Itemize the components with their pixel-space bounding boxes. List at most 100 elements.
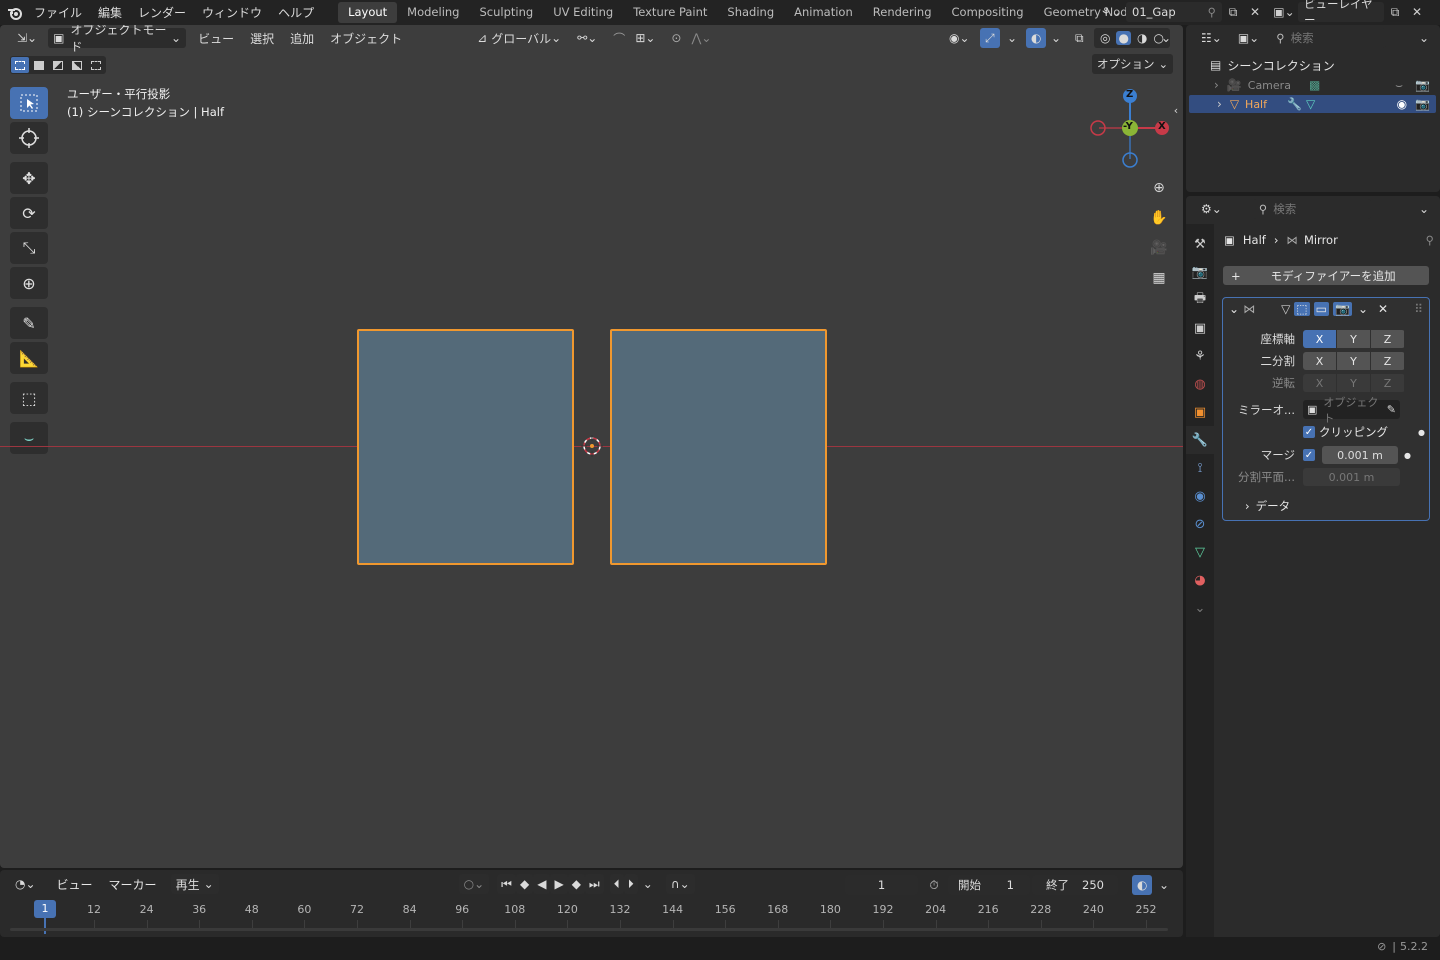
collapse-sidebar-icon[interactable]: ‹ [1170, 99, 1182, 121]
bisect-distance-field[interactable]: 0.001 m [1303, 468, 1400, 486]
physics-tab-icon[interactable]: ◉ [1186, 482, 1214, 510]
menu-view[interactable]: ビュー [190, 30, 242, 47]
modifier-options-icon[interactable]: ⌄ [1358, 302, 1368, 316]
zoom-icon[interactable]: ⊕ [1148, 177, 1170, 199]
tab-uv-editing[interactable]: UV Editing [543, 2, 623, 23]
menu-help[interactable]: ヘルプ [270, 4, 322, 21]
pan-hand-icon[interactable]: ✋ [1148, 207, 1170, 229]
merge-checkbox[interactable]: ✓ [1303, 449, 1315, 461]
wireframe-shading-icon[interactable]: ◎ [1100, 31, 1110, 45]
perspective-grid-icon[interactable]: ▦ [1148, 267, 1170, 289]
tab-rendering[interactable]: Rendering [863, 2, 942, 23]
render-tab-icon[interactable]: 📷 [1186, 258, 1214, 286]
gizmo-dropdown-icon[interactable]: ⌄ [1002, 28, 1022, 48]
more-tabs-icon[interactable]: ⌄ [1186, 594, 1214, 622]
collapse-chevron-icon[interactable]: ⌄ [1229, 302, 1239, 316]
tl-menu-view[interactable]: ビュー [49, 876, 101, 893]
tab-shading[interactable]: Shading [717, 2, 784, 23]
cursor-tool-icon[interactable] [10, 122, 48, 154]
transform-orientation-selector[interactable]: ⊿ グローバル ⌄ [472, 28, 566, 48]
view-layer-tab-icon[interactable]: ▣ [1186, 314, 1214, 342]
delete-scene-icon[interactable]: ✕ [1244, 2, 1266, 22]
shading-dropdown-icon[interactable]: ⌄ [1156, 28, 1176, 48]
clipping-checkbox[interactable]: ✓ [1303, 426, 1315, 438]
visible-eye-icon[interactable]: ◉ [1397, 97, 1407, 111]
falloff-icon[interactable]: ⋀⌄ [686, 28, 716, 48]
camera-view-icon[interactable]: 🎥 [1148, 237, 1170, 259]
render-camera-icon[interactable]: 📷 [1415, 78, 1430, 92]
annotate-tool-icon[interactable]: ✎ [10, 307, 48, 339]
view-layer-field[interactable]: ビューレイヤー [1298, 0, 1384, 27]
outliner-row-scene-collection[interactable]: ▤ シーンコレクション [1186, 55, 1440, 75]
menu-file[interactable]: ファイル [26, 4, 90, 21]
axis-y-button[interactable]: Y [1337, 330, 1370, 348]
tl-menu-marker[interactable]: マーカー [101, 876, 165, 893]
menu-edit[interactable]: 編集 [90, 4, 130, 21]
new-scene-icon[interactable]: ⧉ [1222, 2, 1244, 22]
flip-x-button[interactable]: X [1303, 374, 1336, 392]
axis-z-button[interactable]: Z [1371, 330, 1404, 348]
tab-animation[interactable]: Animation [784, 2, 863, 23]
frame-step-dropdown-icon[interactable]: ⌄ [638, 874, 658, 894]
current-frame-field[interactable]: 1 [845, 875, 918, 895]
properties-editor-type-icon[interactable]: ⚙⌄ [1196, 199, 1227, 219]
xray-toggle-icon[interactable]: ⧉ [1070, 28, 1089, 48]
menu-select[interactable]: 選択 [242, 30, 282, 47]
merge-distance-field[interactable]: 0.001 m [1322, 446, 1398, 464]
menu-render[interactable]: レンダー [130, 4, 194, 21]
tool-tab-icon[interactable]: ⚒ [1186, 230, 1214, 258]
keyframe-dot-icon[interactable]: ● [1404, 451, 1411, 460]
mesh-plane-left[interactable] [357, 329, 574, 565]
mirror-object-field[interactable]: ▣ オブジェクト ✎ [1303, 396, 1400, 425]
select-new-icon[interactable] [11, 57, 29, 73]
particles-tab-icon[interactable]: ⟟ [1186, 454, 1214, 482]
timeline-scrollbar[interactable] [10, 928, 1168, 931]
keyframe-dot-icon[interactable]: ● [1418, 428, 1425, 437]
eyedropper-icon[interactable]: ✎ [1387, 403, 1396, 416]
overlay-toggle-icon[interactable]: ◐ [1026, 28, 1047, 48]
outliner-search-field[interactable]: ⚲ 検索 [1270, 28, 1387, 48]
tab-sculpting[interactable]: Sculpting [469, 2, 543, 23]
end-frame-field[interactable]: 終了 250 [1032, 875, 1118, 895]
overlay-dropdown-icon[interactable]: ⌄ [1046, 28, 1066, 48]
outliner-editor-type-icon[interactable]: ☷⌄ [1196, 28, 1227, 48]
expand-icon[interactable]: › [1217, 97, 1222, 111]
timeline-editor-type-icon[interactable]: ◔⌄ [10, 874, 41, 894]
play-icon[interactable]: ▶ [550, 874, 568, 894]
measure-tool-icon[interactable]: 📐 [10, 342, 48, 374]
options-dropdown[interactable]: オプション ⌄ [1092, 54, 1174, 74]
filter-icon[interactable]: ⌄ [1414, 28, 1434, 48]
next-frame-icon[interactable]: ⏵ [623, 874, 638, 894]
data-tab-icon[interactable]: ▽ [1186, 538, 1214, 566]
menu-window[interactable]: ウィンドウ [194, 4, 270, 21]
edit-mode-toggle-icon[interactable]: ▽ [1281, 302, 1290, 316]
pivot-point-icon[interactable]: ⚯⌄ [572, 28, 602, 48]
3d-cursor-icon[interactable] [581, 435, 603, 457]
material-shading-icon[interactable]: ◑ [1137, 31, 1147, 45]
3d-viewport[interactable]: ⇲⌄ ▣ オブジェクトモード ⌄ ビュー 選択 追加 オブジェクト ⊿ グローバ… [0, 25, 1183, 868]
prev-keyframe-icon[interactable]: ◆ [515, 874, 534, 894]
scene-selector-icon[interactable]: ⚘⌄ [1096, 2, 1126, 22]
curve-tool-icon[interactable]: ⌣ [10, 422, 48, 454]
expand-icon[interactable]: › [1214, 78, 1219, 92]
editor-type-icon[interactable]: ⇲⌄ [12, 28, 42, 48]
bisect-y-button[interactable]: Y [1337, 352, 1370, 370]
material-tab-icon[interactable]: ◕ [1186, 566, 1214, 594]
flip-z-button[interactable]: Z [1371, 374, 1404, 392]
cage-toggle-icon[interactable]: ⬚ [1294, 302, 1310, 316]
jump-end-icon[interactable]: ⏭ [584, 874, 604, 894]
timeline-overlay-icon[interactable]: ◐ [1132, 875, 1153, 895]
rotate-tool-icon[interactable]: ⟳ [10, 197, 48, 229]
timeline-overlay-dropdown-icon[interactable]: ⌄ [1154, 875, 1174, 895]
display-mode-icon[interactable]: ▣⌄ [1233, 28, 1264, 48]
menu-add[interactable]: 追加 [282, 30, 322, 47]
data-subpanel-header[interactable]: › データ [1245, 498, 1290, 514]
prev-frame-icon[interactable]: ⏴ [609, 874, 624, 894]
pin-icon[interactable]: ⚲ [1208, 5, 1216, 19]
remove-modifier-icon[interactable]: ✕ [1378, 302, 1388, 316]
add-modifier-button[interactable]: + モディファイアーを追加 [1223, 266, 1429, 285]
start-frame-field[interactable]: 開始 1 [948, 875, 1030, 895]
preview-range-icon[interactable]: ⏱ [923, 875, 945, 895]
bisect-x-button[interactable]: X [1303, 352, 1336, 370]
render-camera-icon[interactable]: 📷 [1415, 97, 1430, 111]
